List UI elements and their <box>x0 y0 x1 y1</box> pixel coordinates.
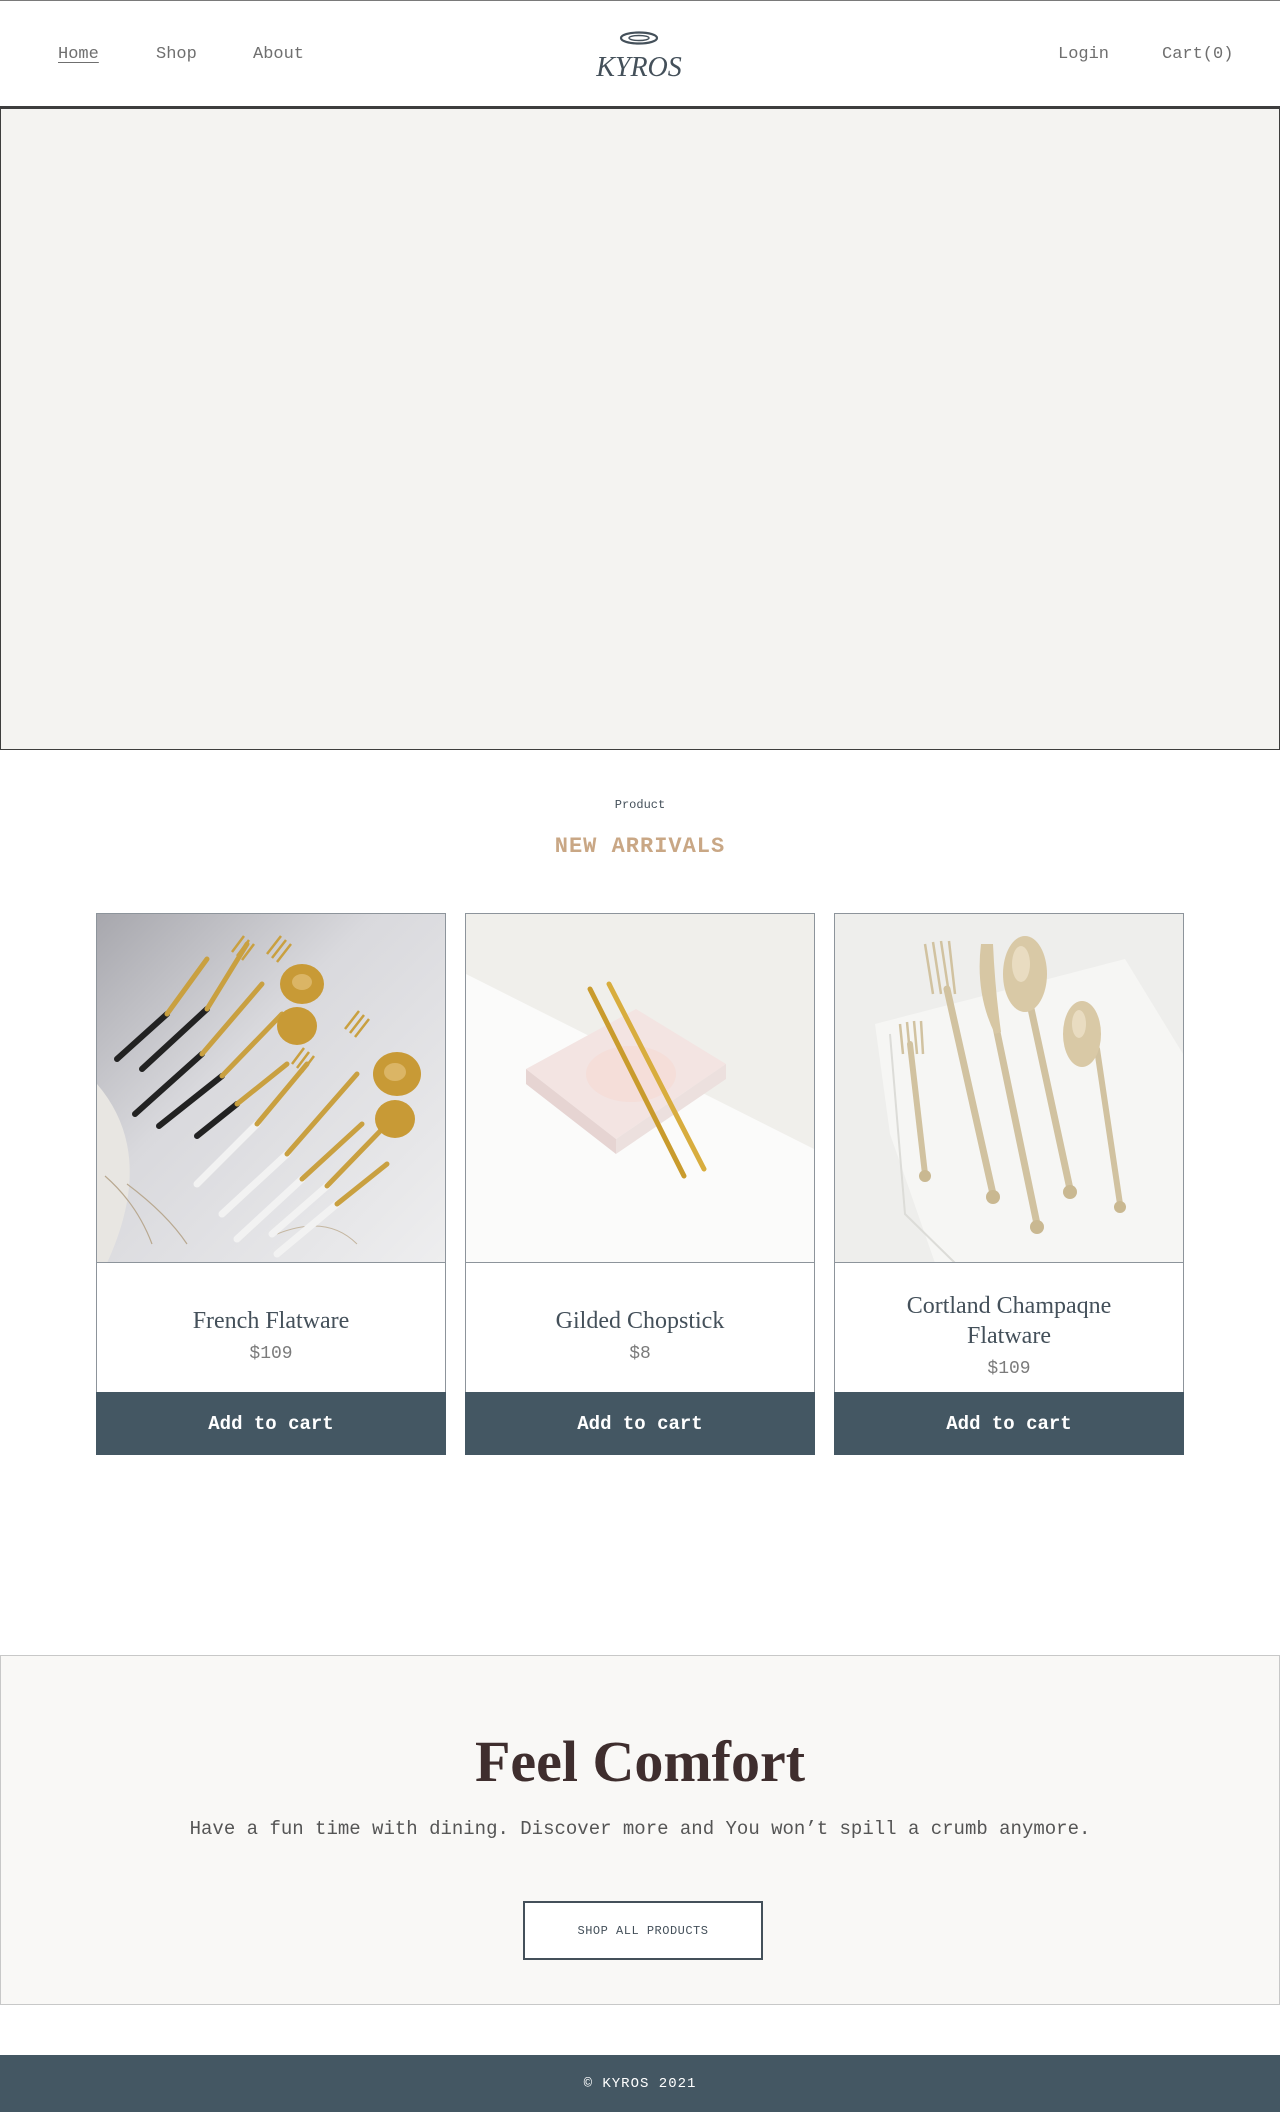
site-header: Home Shop About KYROS Login Cart(0) <box>0 0 1280 108</box>
kyros-logo[interactable]: KYROS <box>594 29 684 83</box>
product-card: Gilded Chopstick $8 Add to cart <box>465 913 815 1455</box>
product-card: French Flatware $109 Add to cart <box>96 913 446 1455</box>
add-to-cart-button[interactable]: Add to cart <box>96 1392 446 1455</box>
section-eyebrow: Product <box>614 798 666 812</box>
product-card: Cortland Champaqne Flatware $109 Add to … <box>834 913 1184 1455</box>
product-image-cortland-champagne-flatware[interactable] <box>835 914 1183 1263</box>
logo-halo-icon: KYROS <box>595 31 682 83</box>
product-info: French Flatware $109 <box>97 1264 445 1405</box>
product-image-french-flatware[interactable] <box>97 914 445 1263</box>
cart-link[interactable]: Cart(0) <box>1162 45 1233 64</box>
add-to-cart-button[interactable]: Add to cart <box>834 1392 1184 1455</box>
logo-wordmark: KYROS <box>595 52 682 83</box>
copyright-text: © KYROS 2021 <box>583 2075 697 2092</box>
product-info: Gilded Chopstick $8 <box>466 1264 814 1405</box>
login-link[interactable]: Login <box>1058 45 1109 64</box>
add-to-cart-button[interactable]: Add to cart <box>465 1392 815 1455</box>
nav-shop-link[interactable]: Shop <box>156 45 197 64</box>
product-price: $109 <box>987 1358 1031 1379</box>
promo-title: Feel Comfort <box>474 1729 806 1794</box>
product-price: $109 <box>249 1343 293 1364</box>
site-footer: © KYROS 2021 <box>0 2055 1280 2112</box>
product-name[interactable]: Gilded Chopstick <box>556 1306 725 1336</box>
promo-section: Feel Comfort Have a fun time with dining… <box>0 1655 1280 2005</box>
product-name[interactable]: French Flatware <box>193 1306 350 1336</box>
section-title: NEW ARRIVALS <box>554 834 726 859</box>
nav-home-link[interactable]: Home <box>58 45 99 64</box>
hero-banner <box>0 108 1280 750</box>
nav-about-link[interactable]: About <box>253 45 304 64</box>
product-info: Cortland Champaqne Flatware $109 <box>835 1264 1183 1405</box>
shop-all-products-button[interactable]: SHOP ALL PRODUCTS <box>523 1901 763 1960</box>
promo-text: Have a fun time with dining. Discover mo… <box>189 1818 1091 1840</box>
product-image-gilded-chopstick[interactable] <box>466 914 814 1263</box>
product-name[interactable]: Cortland Champaqne Flatware <box>875 1291 1143 1351</box>
product-price: $8 <box>629 1343 651 1364</box>
